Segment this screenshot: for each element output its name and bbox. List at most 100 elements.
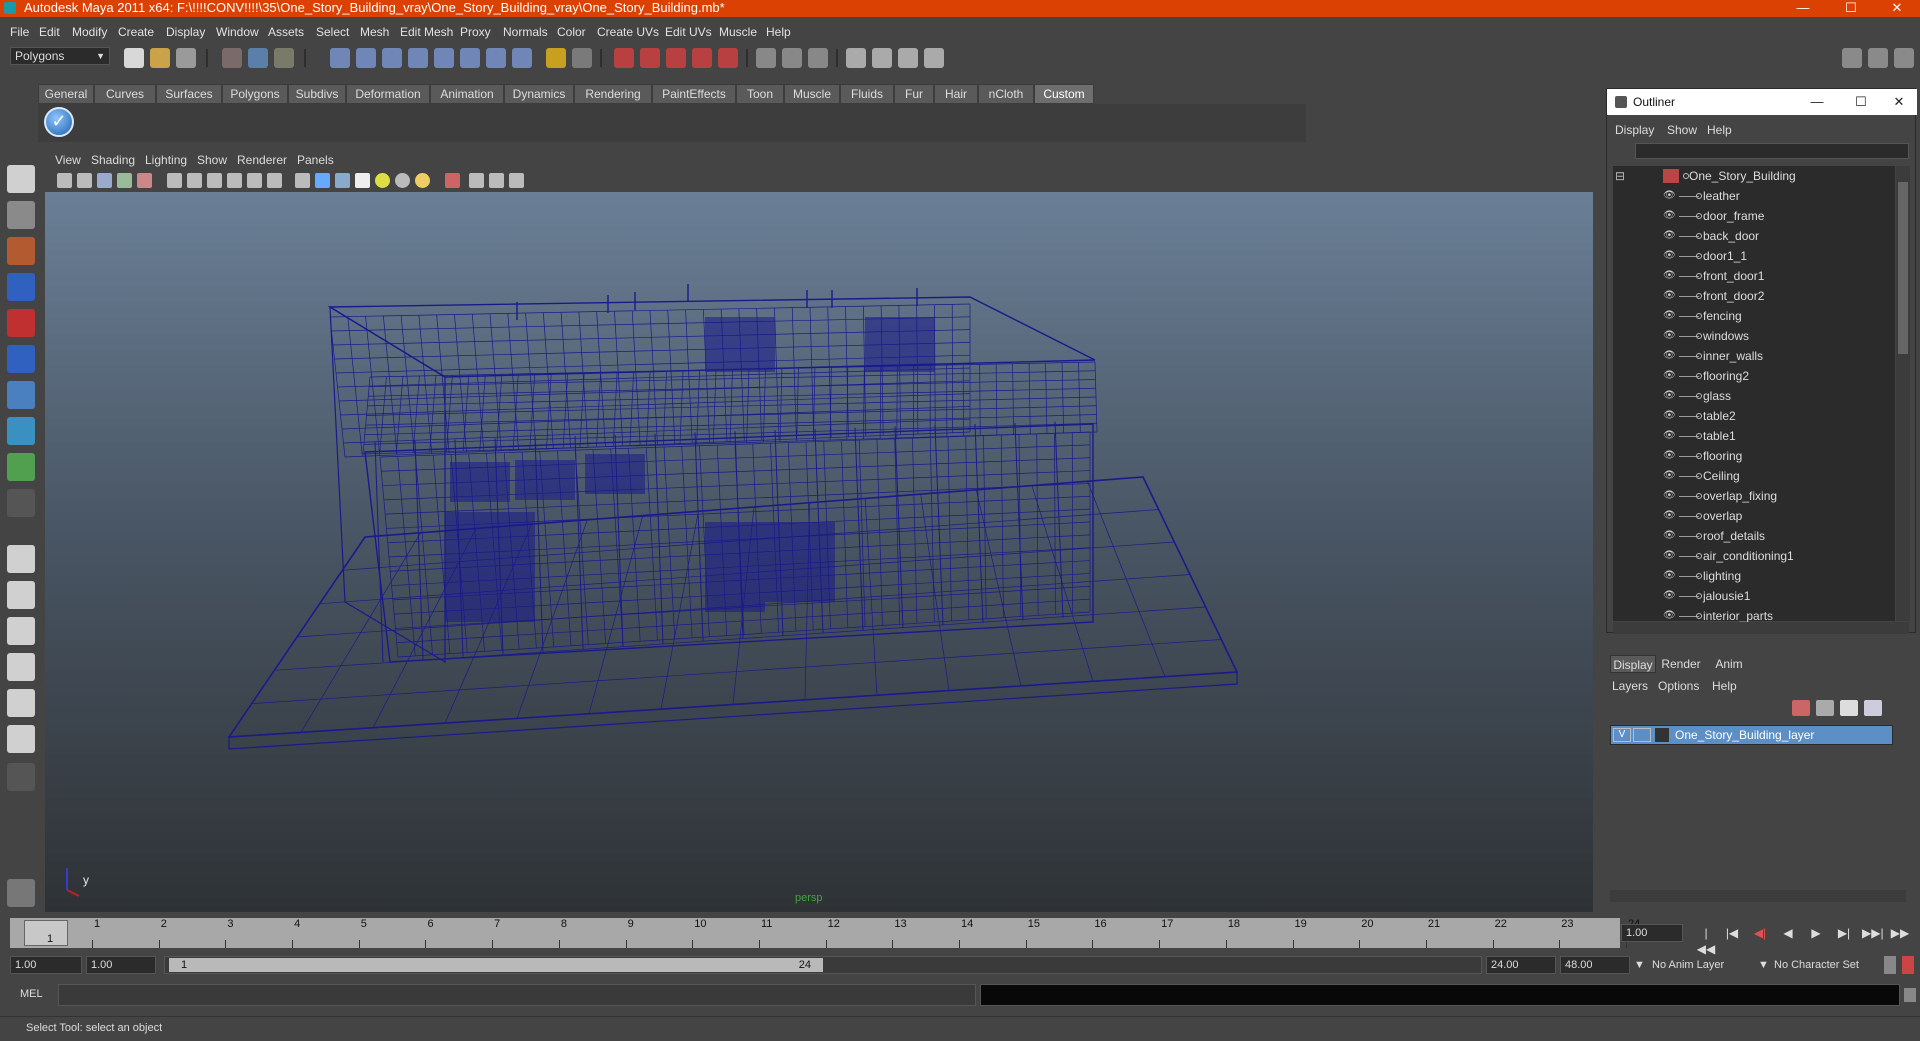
select-object-icon[interactable] (248, 48, 268, 68)
layer-horizontal-scrollbar[interactable] (1610, 890, 1906, 902)
rename-icon[interactable] (782, 48, 802, 68)
shelf-tab-polygons[interactable]: Polygons (222, 84, 288, 104)
all-lights-icon[interactable] (395, 173, 410, 188)
viewport-menu-lighting[interactable]: Lighting (145, 153, 187, 167)
outliner-menu-help[interactable]: Help (1707, 123, 1732, 137)
default-lighting-icon[interactable] (375, 173, 390, 188)
new-layer-from-selected-icon[interactable] (1864, 700, 1882, 716)
camera-bookmark-icon[interactable] (77, 173, 92, 188)
outliner-item[interactable]: 👁 fencing (1613, 306, 1893, 326)
menu-modify[interactable]: Modify (72, 25, 107, 39)
viewport-menu-view[interactable]: View (55, 153, 81, 167)
outliner-item[interactable]: 👁 overlap_fixing (1613, 486, 1893, 506)
film-gate-icon[interactable] (137, 173, 152, 188)
outliner-item[interactable]: 👁 door_frame (1613, 206, 1893, 226)
outliner-item[interactable]: 👁 leather (1613, 186, 1893, 206)
menu-select[interactable]: Select (316, 25, 349, 39)
snap-plane-icon[interactable] (408, 48, 428, 68)
save-scene-icon[interactable] (176, 48, 196, 68)
move-layer-down-icon[interactable] (1816, 700, 1834, 716)
shelf-tab-fluids[interactable]: Fluids (840, 84, 894, 104)
scale-tool-icon[interactable] (7, 345, 35, 373)
shelf-tab-general[interactable]: General (38, 84, 94, 104)
menu-mesh[interactable]: Mesh (360, 25, 389, 39)
outliner-item[interactable]: 👁 flooring (1613, 446, 1893, 466)
outliner-menu-show[interactable]: Show (1667, 123, 1697, 137)
outliner-item[interactable]: 👁 windows (1613, 326, 1893, 346)
image-plane-icon[interactable] (97, 173, 112, 188)
menu-help[interactable]: Help (766, 25, 791, 39)
key-icon[interactable] (1884, 956, 1896, 974)
select-icon[interactable] (572, 48, 592, 68)
outliner-item[interactable]: 👁 roof_details (1613, 526, 1893, 546)
shadows-icon[interactable] (415, 173, 430, 188)
outliner-item[interactable]: 👁 Ceiling (1613, 466, 1893, 486)
outliner-item[interactable]: 👁 overlap (1613, 506, 1893, 526)
animation-end-field[interactable]: 48.00 (1560, 956, 1630, 974)
layer-row[interactable]: V One_Story_Building_layer (1610, 725, 1893, 745)
layer-menu-layers[interactable]: Layers (1612, 679, 1648, 693)
persp-outliner-layout-icon[interactable] (7, 617, 35, 645)
tool-settings-icon[interactable] (872, 48, 892, 68)
range-slider[interactable]: 1 24 (164, 956, 1482, 974)
step-back-key-button[interactable]: |◀ (1722, 925, 1742, 941)
camera-attributes-icon[interactable] (57, 173, 72, 188)
grease-pencil-icon[interactable] (117, 173, 132, 188)
time-slider[interactable]: 1234567891011121314151617181920212223241 (10, 918, 1640, 948)
shelf-tab-subdivs[interactable]: Subdivs (288, 84, 346, 104)
wireframe-on-shaded-icon[interactable] (335, 173, 350, 188)
menu-edit-uvs[interactable]: Edit UVs (665, 25, 712, 39)
history-icon[interactable] (486, 48, 506, 68)
maximize-button[interactable]: ☐ (1828, 0, 1874, 17)
new-scene-icon[interactable] (124, 48, 144, 68)
auto-key-icon[interactable] (1902, 956, 1914, 974)
hand-icon[interactable] (7, 879, 35, 907)
persp-hypershade-layout-icon[interactable] (7, 689, 35, 717)
mel-input[interactable] (58, 984, 976, 1006)
menu-file[interactable]: File (10, 25, 29, 39)
last-tool-icon[interactable] (7, 489, 35, 517)
layer-color-swatch[interactable] (1655, 728, 1669, 742)
paint-select-icon[interactable] (7, 237, 35, 265)
go-to-start-button[interactable]: |◀◀ (1696, 925, 1716, 956)
menu-window[interactable]: Window (216, 25, 259, 39)
outliner-item[interactable]: 👁 inner_walls (1613, 346, 1893, 366)
safe-action-icon[interactable] (247, 173, 262, 188)
open-scene-icon[interactable] (150, 48, 170, 68)
outliner-filter-input[interactable] (1635, 143, 1909, 159)
isolate-select-icon[interactable] (445, 173, 460, 188)
outliner-maximize-button[interactable]: ☐ (1841, 89, 1881, 115)
menu-muscle[interactable]: Muscle (719, 25, 757, 39)
menu-display[interactable]: Display (166, 25, 205, 39)
snap-grid-icon[interactable] (330, 48, 350, 68)
attribute-editor-icon[interactable] (846, 48, 866, 68)
menu-color[interactable]: Color (557, 25, 586, 39)
grid-toggle-icon[interactable] (167, 173, 182, 188)
layer-tab-render[interactable]: Render (1658, 655, 1704, 673)
step-forward-frame-button[interactable]: ▶| (1834, 925, 1854, 941)
new-layer-icon[interactable] (1840, 700, 1858, 716)
mel-label[interactable]: MEL (20, 988, 43, 1000)
outliner-menu-display[interactable]: Display (1615, 123, 1654, 137)
minimize-button[interactable]: — (1780, 0, 1826, 17)
shelf-tab-custom[interactable]: Custom (1034, 84, 1094, 104)
layer-menu-options[interactable]: Options (1658, 679, 1699, 693)
input-line-icon[interactable] (756, 48, 776, 68)
outliner-item[interactable]: 👁 jalousie1 (1613, 586, 1893, 606)
menu-normals[interactable]: Normals (503, 25, 548, 39)
persp-trax-layout-icon[interactable] (7, 725, 35, 753)
ipr-render-icon[interactable] (666, 48, 686, 68)
render-settings-icon[interactable] (692, 48, 712, 68)
render-frame-icon[interactable] (640, 48, 660, 68)
snap-curve-icon[interactable] (356, 48, 376, 68)
wireframe-icon[interactable] (295, 173, 310, 188)
playback-start-field[interactable]: 1.00 (86, 956, 156, 974)
shelf-tab-ncloth[interactable]: nCloth (978, 84, 1034, 104)
viewport-menu-renderer[interactable]: Renderer (237, 153, 287, 167)
outliner-close-button[interactable]: ✕ (1879, 89, 1919, 115)
step-back-frame-button[interactable]: ◀| (1750, 925, 1770, 941)
shelf-tab-muscle[interactable]: Muscle (784, 84, 840, 104)
show-manipulator-icon[interactable] (7, 453, 35, 481)
outliner-item[interactable]: 👁 flooring2 (1613, 366, 1893, 386)
menu-assets[interactable]: Assets (268, 25, 304, 39)
